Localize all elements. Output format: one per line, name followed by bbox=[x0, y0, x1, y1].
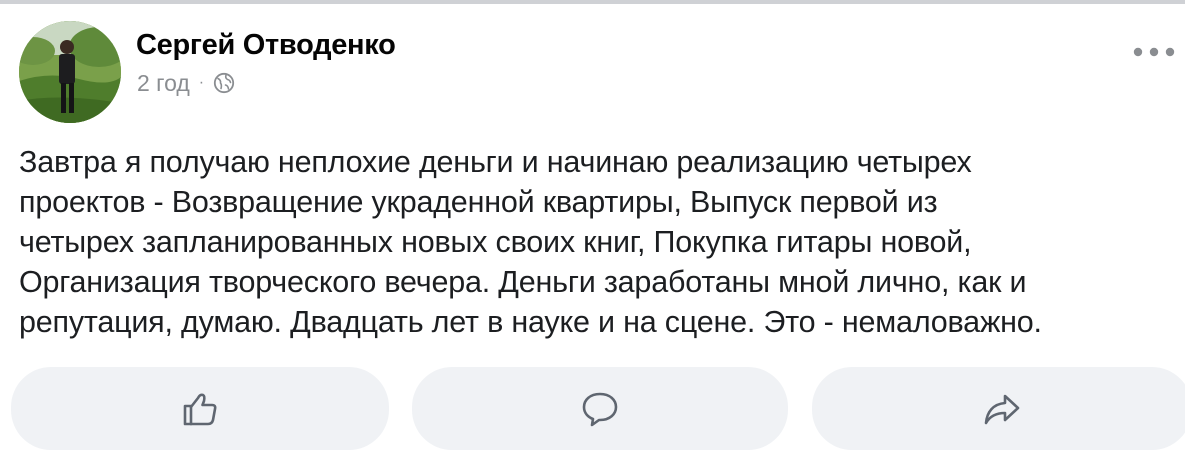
post-timestamp[interactable]: 2 год bbox=[137, 70, 190, 97]
post-card: Сергей Отводенко 2 год · Завтра я получа… bbox=[0, 0, 1185, 454]
comment-button[interactable] bbox=[412, 367, 788, 450]
more-options-icon[interactable] bbox=[1132, 41, 1176, 63]
globe-icon bbox=[213, 72, 235, 94]
action-bar bbox=[11, 367, 1185, 451]
like-icon bbox=[183, 393, 217, 425]
post-text: Завтра я получаю неплохие деньги и начин… bbox=[19, 145, 1042, 339]
share-icon bbox=[984, 394, 1020, 424]
comment-icon bbox=[582, 392, 618, 426]
avatar-photo bbox=[19, 21, 121, 123]
post-meta: 2 год · bbox=[137, 68, 235, 98]
author-name[interactable]: Сергей Отводенко bbox=[136, 29, 396, 62]
share-button[interactable] bbox=[812, 367, 1185, 450]
like-button[interactable] bbox=[11, 367, 389, 450]
avatar[interactable] bbox=[19, 21, 121, 123]
meta-separator: · bbox=[198, 74, 205, 91]
